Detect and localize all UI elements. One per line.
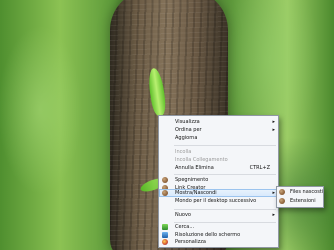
menu-item-label: Visualizza [175,119,200,125]
submenu-item-files-nascosti[interactable]: Files nascosti [277,188,323,196]
menu-item-personalizza[interactable]: Personalizza [159,238,278,246]
menu-item-mondo-desktop-successivo[interactable]: Mondo per il desktop successivo [159,197,278,205]
menu-item-ordina-per[interactable]: Ordina per ▸ [159,126,278,134]
menu-item-aggiorna[interactable]: Aggiorna [159,134,278,142]
submenu-arrow-icon: ▸ [272,119,275,125]
submenu-item-label: Estensioni [290,198,316,204]
menu-separator [174,145,276,146]
submenu-item-label: Files nascosti [290,189,324,195]
menu-item-label: Ordina per [175,127,202,133]
desktop-context-menu: Visualizza ▸ Ordina per ▸ Aggiorna Incol… [158,115,279,248]
shortcut-label: CTRL+Z [249,165,270,171]
power-sphere-icon [162,177,168,183]
menu-item-spegnimento[interactable]: Spegnimento [159,176,278,184]
menu-item-label: Annulla Elimina [175,165,214,171]
menu-item-annulla-elimina[interactable]: Annulla Elimina CTRL+Z [159,164,278,172]
menu-item-label: Cerca... [175,224,195,230]
menu-item-label: Incolla [175,149,192,155]
hidden-files-icon [279,189,285,195]
menu-separator [174,174,276,175]
menu-item-nuovo[interactable]: Nuovo ▸ [159,211,278,219]
menu-item-label: Personalizza [175,239,206,245]
menu-item-label: Aggiorna [175,135,198,141]
submenu-item-estensioni[interactable]: Estensioni [277,197,323,205]
mostra-nascondi-submenu: Files nascosti Estensioni [276,186,324,208]
menu-item-incolla[interactable]: Incolla [159,148,278,156]
menu-item-label: Mostra/Nascondi [175,190,217,196]
menu-separator [174,209,276,210]
toggle-sphere-icon [162,190,168,196]
menu-item-incolla-collegamento[interactable]: Incolla Collegamento [159,156,278,164]
menu-item-label: Incolla Collegamento [175,157,228,163]
extensions-icon [279,198,285,204]
submenu-arrow-icon: ▸ [272,190,275,196]
menu-item-cerca[interactable]: Cerca... [159,223,278,231]
menu-item-label: Nuovo [175,212,191,218]
menu-item-label: Mondo per il desktop successivo [175,198,257,204]
palette-icon [162,239,168,245]
menu-item-mostra-nascondi[interactable]: Mostra/Nascondi ▸ [159,189,278,197]
submenu-arrow-icon: ▸ [272,127,275,133]
menu-item-visualizza[interactable]: Visualizza ▸ [159,118,278,126]
menu-item-label: Spegnimento [175,177,209,183]
search-green-icon [162,224,168,230]
submenu-arrow-icon: ▸ [272,212,275,218]
